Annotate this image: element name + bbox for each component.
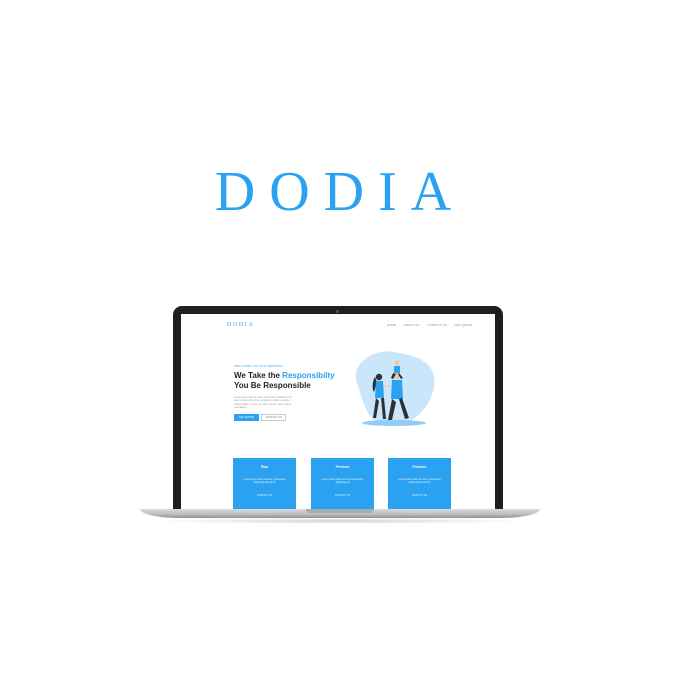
hero-heading: We Take the Responsibilty You Be Respons… (234, 371, 335, 391)
laptop-screen-frame: DODIA HOME ABOUT US CONTACT US GET QUOTE… (173, 306, 503, 511)
family-illustration (355, 351, 435, 427)
hero-heading-line2: You Be Responsible (234, 381, 311, 390)
nav-links: HOME ABOUT US CONTACT US GET QUOTE (387, 323, 472, 327)
card-title: Practice (412, 465, 427, 469)
website-preview: DODIA HOME ABOUT US CONTACT US GET QUOTE… (181, 314, 495, 511)
camera-icon (336, 310, 339, 313)
hero-copy: Lorem ipsum dolor sit amet, consectetur … (234, 396, 293, 410)
card-link[interactable]: CONTACT US (233, 494, 296, 497)
card-title: Plan (260, 465, 269, 469)
contact-us-button[interactable]: CONTACT US (261, 414, 286, 421)
site-logo[interactable]: DODIA (227, 322, 254, 328)
card-link[interactable]: CONTACT US (388, 494, 451, 497)
hero-eyebrow: WELCOME TO OUR WEBSITE (234, 364, 283, 368)
card-text: Lorem ipsum dolor sit amet, consectetur … (243, 478, 286, 485)
card-plan: Plan Lorem ipsum dolor sit amet, consect… (233, 458, 296, 511)
card-practice: Practice Lorem ipsum dolor sit amet, con… (388, 458, 451, 511)
hero-heading-accent: Responsibilty (282, 371, 335, 380)
nav-link-quote[interactable]: GET QUOTE (455, 323, 473, 327)
laptop-shadow (150, 518, 530, 524)
nav-link-about[interactable]: ABOUT US (404, 323, 419, 327)
feature-cards: Plan Lorem ipsum dolor sit amet, consect… (233, 458, 455, 511)
brand-title: DODIA (214, 161, 466, 223)
get-quote-button[interactable]: GET QUOTE (234, 414, 259, 421)
card-link[interactable]: CONTACT US (311, 494, 374, 497)
site-navbar: DODIA HOME ABOUT US CONTACT US GET QUOTE (181, 314, 495, 336)
nav-link-home[interactable]: HOME (387, 323, 396, 327)
nav-link-contact[interactable]: CONTACT US (427, 323, 446, 327)
hero-heading-prefix: We Take the (234, 371, 283, 380)
card-title: Perform (335, 465, 350, 469)
laptop-notch (306, 509, 374, 513)
card-text: Lorem ipsum dolor sit amet, consectetur … (398, 478, 441, 485)
card-perform: Perform Lorem ipsum dolor sit amet conse… (311, 458, 374, 511)
card-text: Lorem ipsum dolor sit amet consectetur a… (321, 478, 364, 485)
